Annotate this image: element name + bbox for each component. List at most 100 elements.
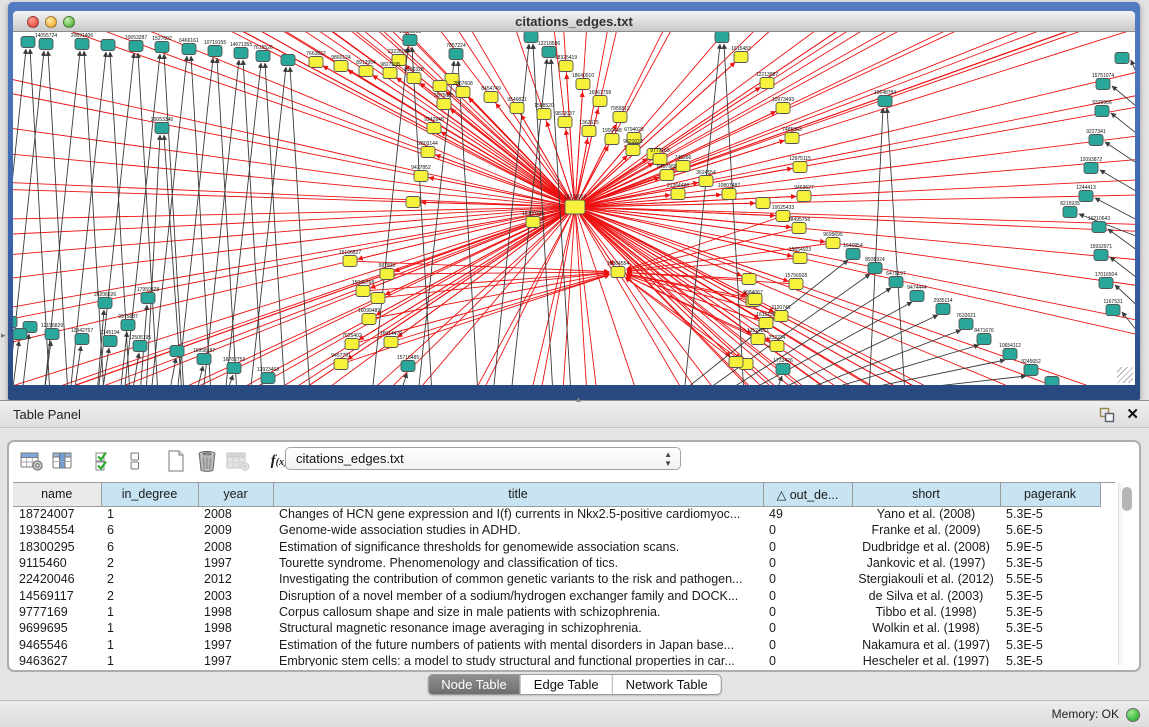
graph-node[interactable] <box>449 49 463 60</box>
graph-node[interactable] <box>343 256 357 267</box>
graph-node[interactable] <box>1106 305 1120 316</box>
table-cell[interactable]: 18300295 <box>13 539 101 555</box>
graph-node[interactable] <box>789 279 803 290</box>
graph-node[interactable] <box>626 145 640 156</box>
table-cell[interactable]: 0 <box>763 522 852 538</box>
table-cell[interactable]: 5.5E-5 <box>1000 571 1100 587</box>
graph-node[interactable] <box>611 267 625 278</box>
float-window-icon[interactable] <box>1099 407 1115 423</box>
graph-node[interactable] <box>959 319 973 330</box>
table-cell[interactable]: 5.3E-5 <box>1000 604 1100 620</box>
graph-node[interactable] <box>776 364 790 375</box>
graph-node[interactable] <box>559 61 573 72</box>
graph-node[interactable] <box>359 66 373 77</box>
table-cell[interactable]: 9777169 <box>13 604 101 620</box>
graph-node[interactable] <box>936 304 950 315</box>
table-row[interactable]: 1872400712008Changes of HCN gene express… <box>13 506 1100 522</box>
tab-node-table[interactable]: Node Table <box>428 675 521 694</box>
network-canvas[interactable]: 1405572420691406106532871527602646616110… <box>13 32 1135 385</box>
graph-node[interactable] <box>103 336 117 347</box>
graph-node[interactable] <box>383 68 397 79</box>
graph-node[interactable] <box>1096 79 1110 90</box>
table-row[interactable]: 1830029562008Estimation of significance … <box>13 539 1100 555</box>
resize-grip[interactable] <box>1117 367 1133 383</box>
table-cell[interactable]: 22420046 <box>13 571 101 587</box>
graph-node[interactable] <box>770 341 784 352</box>
graph-node[interactable] <box>406 197 420 208</box>
table-cell[interactable]: Yano et al. (2008) <box>852 506 1000 522</box>
graph-node[interactable] <box>605 134 619 145</box>
table-cell[interactable]: 1998 <box>198 620 273 636</box>
graph-node[interactable] <box>1024 365 1038 376</box>
table-cell[interactable]: Estimation of significance thresholds fo… <box>273 539 763 555</box>
table-cell[interactable]: Disruption of a novel member of a sodium… <box>273 587 763 603</box>
graph-node[interactable] <box>39 39 53 50</box>
graph-node[interactable] <box>676 161 690 172</box>
graph-node[interactable] <box>170 346 184 357</box>
table-row[interactable]: 2242004622012Investigating the contribut… <box>13 571 1100 587</box>
graph-node[interactable] <box>653 154 667 165</box>
graph-node[interactable] <box>776 103 790 114</box>
graph-node[interactable] <box>751 334 765 345</box>
graph-node[interactable] <box>722 189 736 200</box>
graph-node[interactable] <box>1084 163 1098 174</box>
table-cell[interactable]: 2008 <box>198 539 273 555</box>
table-cell[interactable]: 2012 <box>198 571 273 587</box>
graph-node[interactable] <box>1095 106 1109 117</box>
graph-node[interactable] <box>715 32 729 43</box>
table-cell[interactable]: 5.3E-5 <box>1000 620 1100 636</box>
graph-node[interactable] <box>384 337 398 348</box>
graph-node[interactable] <box>256 51 270 62</box>
graph-node[interactable] <box>756 198 770 209</box>
table-cell[interactable]: 9115460 <box>13 555 101 571</box>
graph-node[interactable] <box>510 103 524 114</box>
splitter-handle[interactable]: ▲ <box>575 395 583 400</box>
graph-node[interactable] <box>593 96 607 107</box>
table-cell[interactable]: 5.3E-5 <box>1000 587 1100 603</box>
table-cell[interactable]: Jankovic et al. (1997) <box>852 555 1000 571</box>
table-cell[interactable]: Investigating the contribution of common… <box>273 571 763 587</box>
table-row[interactable]: 977716911998Corpus callosum shape and si… <box>13 604 1100 620</box>
graph-node[interactable] <box>334 61 348 72</box>
table-cell[interactable]: 19384554 <box>13 522 101 538</box>
graph-node[interactable] <box>1094 250 1108 261</box>
table-cell[interactable]: 1 <box>101 636 198 652</box>
graph-node[interactable] <box>734 52 748 63</box>
table-cell[interactable]: 0 <box>763 653 852 666</box>
graph-node[interactable] <box>433 81 447 92</box>
graph-node[interactable] <box>45 329 59 340</box>
table-cell[interactable]: 0 <box>763 620 852 636</box>
table-cell[interactable]: 2 <box>101 555 198 571</box>
close-panel-icon[interactable]: ✕ <box>1126 405 1139 423</box>
graph-node[interactable] <box>234 48 248 59</box>
table-cell[interactable]: Embryonic stem cells: a model to study s… <box>273 653 763 666</box>
table-cell[interactable]: Corpus callosum shape and size in male p… <box>273 604 763 620</box>
graph-node[interactable] <box>121 320 135 331</box>
graph-node[interactable] <box>524 32 538 43</box>
graph-node[interactable] <box>182 44 196 55</box>
toolbar-icon-delete[interactable] <box>194 448 220 474</box>
column-header-short[interactable]: short <box>852 483 1000 506</box>
graph-node[interactable] <box>407 73 421 84</box>
graph-node[interactable] <box>437 99 451 110</box>
table-cell[interactable]: 1 <box>101 506 198 522</box>
table-cell[interactable]: 6 <box>101 522 198 538</box>
graph-node[interactable] <box>356 286 370 297</box>
column-header-year[interactable]: year <box>198 483 273 506</box>
table-cell[interactable]: 14569117 <box>13 587 101 603</box>
column-header-title[interactable]: title <box>273 483 763 506</box>
toolbar-icon-new-document[interactable] <box>163 448 189 474</box>
table-cell[interactable]: de Silva et al. (2003) <box>852 587 1000 603</box>
graph-node[interactable] <box>774 311 788 322</box>
table-cell[interactable]: 2 <box>101 587 198 603</box>
graph-node[interactable] <box>526 217 540 228</box>
table-row[interactable]: 969969511998Structural magnetic resonanc… <box>13 620 1100 636</box>
tab-edge-table[interactable]: Edge Table <box>521 675 613 694</box>
toolbar-icon-table-settings[interactable] <box>19 448 45 474</box>
table-cell[interactable]: 5.3E-5 <box>1000 653 1100 666</box>
graph-node[interactable] <box>1079 191 1093 202</box>
graph-node[interactable] <box>75 39 89 50</box>
table-row[interactable]: 946362711997Embryonic stem cells: a mode… <box>13 653 1100 666</box>
scrollbar-thumb[interactable] <box>1122 487 1132 511</box>
table-cell[interactable]: 0 <box>763 555 852 571</box>
